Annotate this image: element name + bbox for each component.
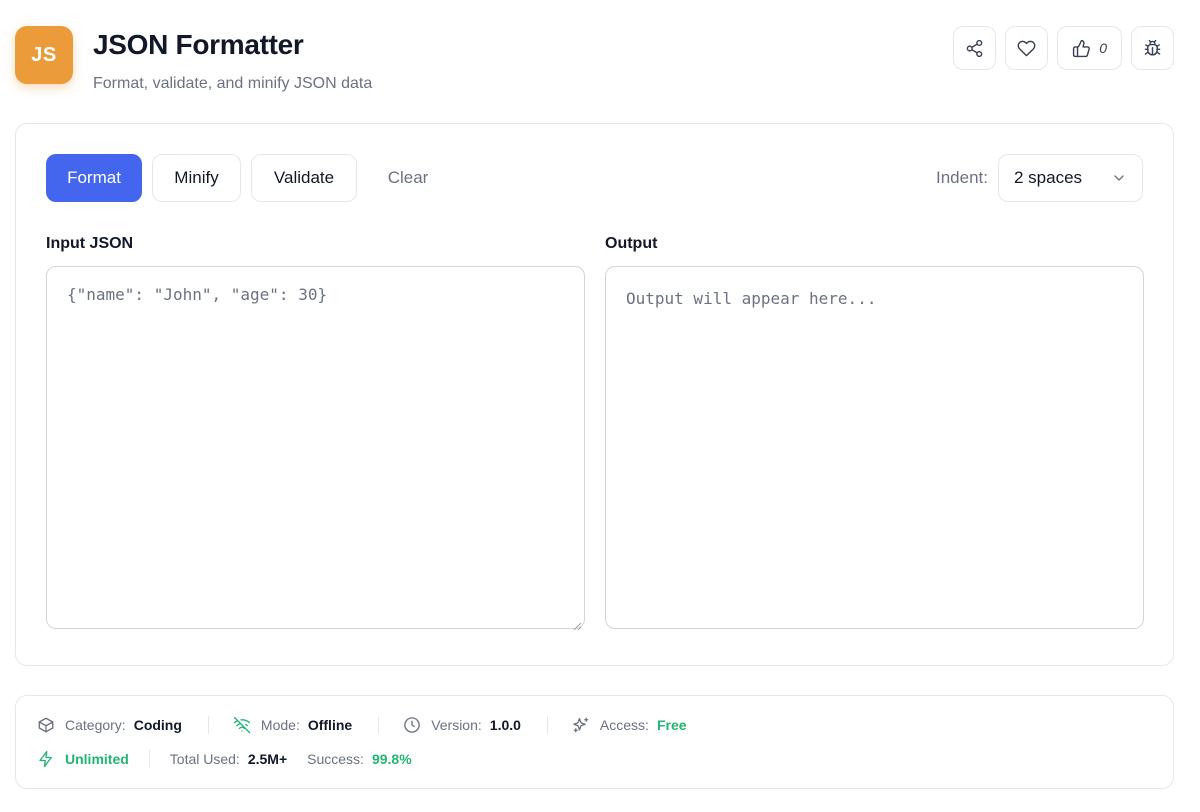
box-icon [38,717,54,733]
chevron-down-icon [1114,175,1124,181]
stat-success: Success: 99.8% [307,751,412,767]
stat-label: Total Used: [169,751,240,767]
stat-label: Access: [599,717,649,733]
title-block: JSON Formatter Format, validate, and min… [93,26,372,94]
page-subtitle: Format, validate, and minify JSON data [93,75,373,92]
like-count: 0 [1099,40,1107,56]
stat-label: Mode: [260,717,300,733]
heart-icon [1017,40,1036,56]
divider [378,716,380,734]
divider [546,716,548,734]
indent-select[interactable]: 2 spaces [998,154,1143,202]
stat-value: Free [656,717,687,733]
input-json-textarea[interactable] [46,266,585,629]
output-label: Output [605,235,658,252]
indent-group: Indent: 2 spaces [936,154,1143,202]
output-textarea[interactable] [605,266,1144,629]
favorite-button[interactable] [1005,26,1049,70]
stats-card: Category: Coding Mode: Offline Version: … [15,695,1174,789]
stat-version: Version: 1.0.0 [403,716,521,734]
minify-button[interactable]: Minify [152,154,241,202]
output-panel: Output [605,234,1144,634]
sparkles-icon [573,717,589,733]
stats-row: Category: Coding Mode: Offline Version: … [37,715,687,735]
stat-category: Category: Coding [37,716,182,734]
thumbs-up-icon [1073,39,1091,57]
stat-unlimited: Unlimited [37,750,129,768]
app-logo: JS [15,26,73,84]
report-bug-button[interactable] [1131,26,1174,70]
validate-button[interactable]: Validate [251,154,357,202]
divider [207,716,209,734]
divider [148,750,150,768]
input-panel: Input JSON [46,234,585,634]
stat-value: 99.8% [371,751,412,767]
input-label: Input JSON [46,235,134,252]
indent-label: Indent: [936,168,988,187]
stat-access: Access: Free [572,716,687,734]
stat-mode: Mode: Offline [233,716,352,734]
stat-label: Category: [65,717,126,733]
formatter-card: Format Minify Validate Clear Indent: 2 s… [15,123,1174,666]
page-title: JSON Formatter [93,29,304,60]
like-button[interactable]: 0 [1057,26,1122,70]
wifi-off-icon [233,716,251,734]
stat-value: Offline [307,717,353,733]
stat-label: Success: [307,751,364,767]
stats-row: Unlimited Total Used: 2.5M+ Success: 99.… [37,749,412,769]
toolbar: Format Minify Validate Clear Indent: 2 s… [46,154,1143,202]
stat-label: Version: [431,717,482,733]
stat-value: Coding [133,717,182,733]
share-button[interactable] [953,26,997,70]
page-header: JS JSON Formatter Format, validate, and … [15,26,1174,96]
stat-value: 2.5M+ [247,751,288,767]
unlimited-badge: Unlimited [65,751,129,767]
header-actions: 0 [953,26,1174,70]
clock-icon [404,717,420,733]
resize-handle-icon[interactable] [572,621,582,631]
stat-value: 1.0.0 [489,717,521,733]
clear-button[interactable]: Clear [367,154,449,202]
share-icon [966,39,983,57]
stat-total-used: Total Used: 2.5M+ [170,751,287,767]
indent-select-value: 2 spaces [1014,168,1083,187]
lightning-icon [39,750,52,768]
format-button[interactable]: Format [46,154,142,202]
bug-icon [1144,39,1161,56]
